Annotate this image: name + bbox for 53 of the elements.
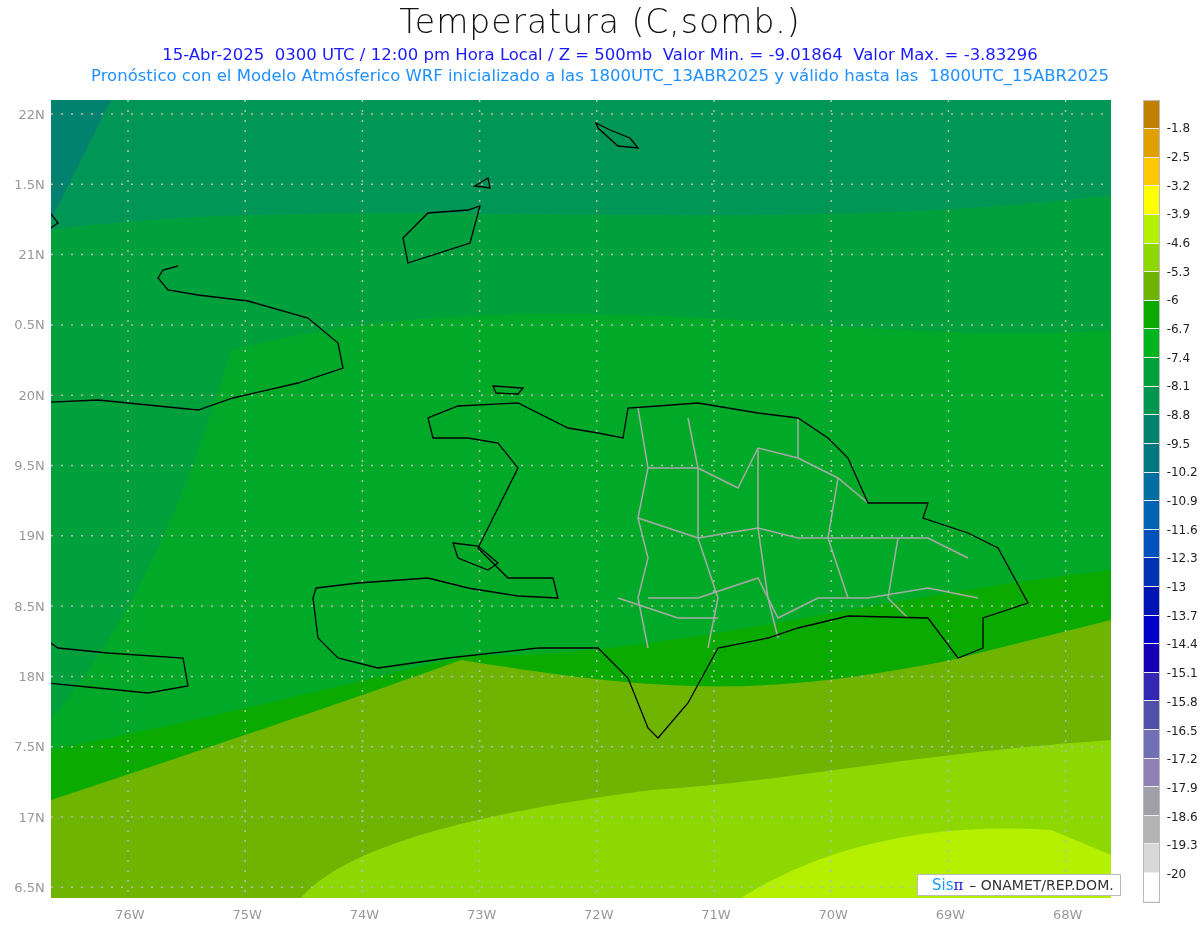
colorbar-label: -3.9 (1166, 207, 1191, 222)
latitude-label: 0.5N (14, 317, 45, 332)
longitude-label: 76W (115, 906, 145, 922)
latitude-label: 22N (18, 106, 45, 122)
colorbar-label: -5.3 (1166, 264, 1191, 279)
model-note: Pronóstico con el Modelo Atmósferico WRF inicializado a las 1800UTC_13ABR2025 y válido hasta las 1800UTC_15ABR2025 (91, 65, 1109, 86)
longitude-label: 69W (935, 906, 966, 922)
colorbar-label: -17.9 (1166, 780, 1198, 795)
colorbar-label: -4.6 (1166, 236, 1191, 250)
longitude-label: 73W (466, 906, 497, 922)
latitude-label: 21N (18, 246, 45, 262)
longitude-label: 70W (818, 906, 848, 922)
colorbar-label: -6.7 (1166, 322, 1191, 336)
colorbar-label: -12.3 (1166, 551, 1198, 566)
colorbar-label: -8.1 (1166, 379, 1191, 394)
longitude-label: 71W (701, 906, 731, 922)
colorbar-label: -9.5 (1166, 436, 1191, 451)
longitude-label: 72W (584, 906, 614, 922)
colorbar-label: -19.3 (1166, 838, 1198, 853)
colorbar-label: -15.8 (1166, 694, 1198, 709)
latitude-label: 1.5N (14, 176, 45, 192)
colorbar-label: -20 (1166, 866, 1187, 881)
colorbar-label: -16.5 (1166, 723, 1198, 738)
colorbar-label: -15.1 (1166, 666, 1198, 681)
latitude-label: 6.5N (14, 879, 45, 895)
colorbar-label: -13 (1166, 580, 1187, 595)
credit-text: – ONAMET/REP.DOM. (969, 876, 1114, 893)
colorbar-label: -7.4 (1166, 350, 1191, 365)
longitude-label: 68W (1052, 906, 1083, 922)
colorbar-label: -1.8 (1166, 121, 1191, 136)
latitude-label: 17N (18, 809, 45, 825)
colorbar-label: -6 (1166, 293, 1179, 308)
latitude-label: 8.5N (14, 598, 45, 614)
colorbar-label: -11.6 (1166, 522, 1198, 537)
credit-brand: Sisπ (931, 875, 964, 894)
longitude-label: 75W (232, 906, 262, 922)
colorbar-label: -2.5 (1166, 149, 1191, 164)
colorbar-label: -17.2 (1166, 752, 1198, 767)
plot-subtitle: 15-Abr-2025 0300 UTC / 12:00 pm Hora Local / Z = 500mb Valor Min. = -9.01864 Valor Max. = -3.83296 (162, 44, 1038, 65)
plot-title: Temperatura (C,somb.) (399, 2, 801, 43)
latitude-label: 7.5N (14, 738, 45, 754)
colorbar-label: -18.6 (1166, 809, 1198, 824)
latitude-label: 20N (18, 387, 45, 403)
colorbar-label: -10.2 (1166, 465, 1198, 480)
latitude-label: 18N (18, 668, 45, 684)
colorbar-label: -13.7 (1166, 608, 1198, 623)
colorbar-label: -8.8 (1166, 408, 1191, 423)
colorbar-label: -3.2 (1166, 178, 1191, 193)
colorbar-label: -14.4 (1166, 637, 1198, 652)
latitude-label: 9.5N (14, 457, 45, 473)
longitude-label: 74W (349, 906, 380, 922)
latitude-label: 19N (18, 527, 45, 543)
colorbar-label: -10.9 (1166, 494, 1198, 509)
